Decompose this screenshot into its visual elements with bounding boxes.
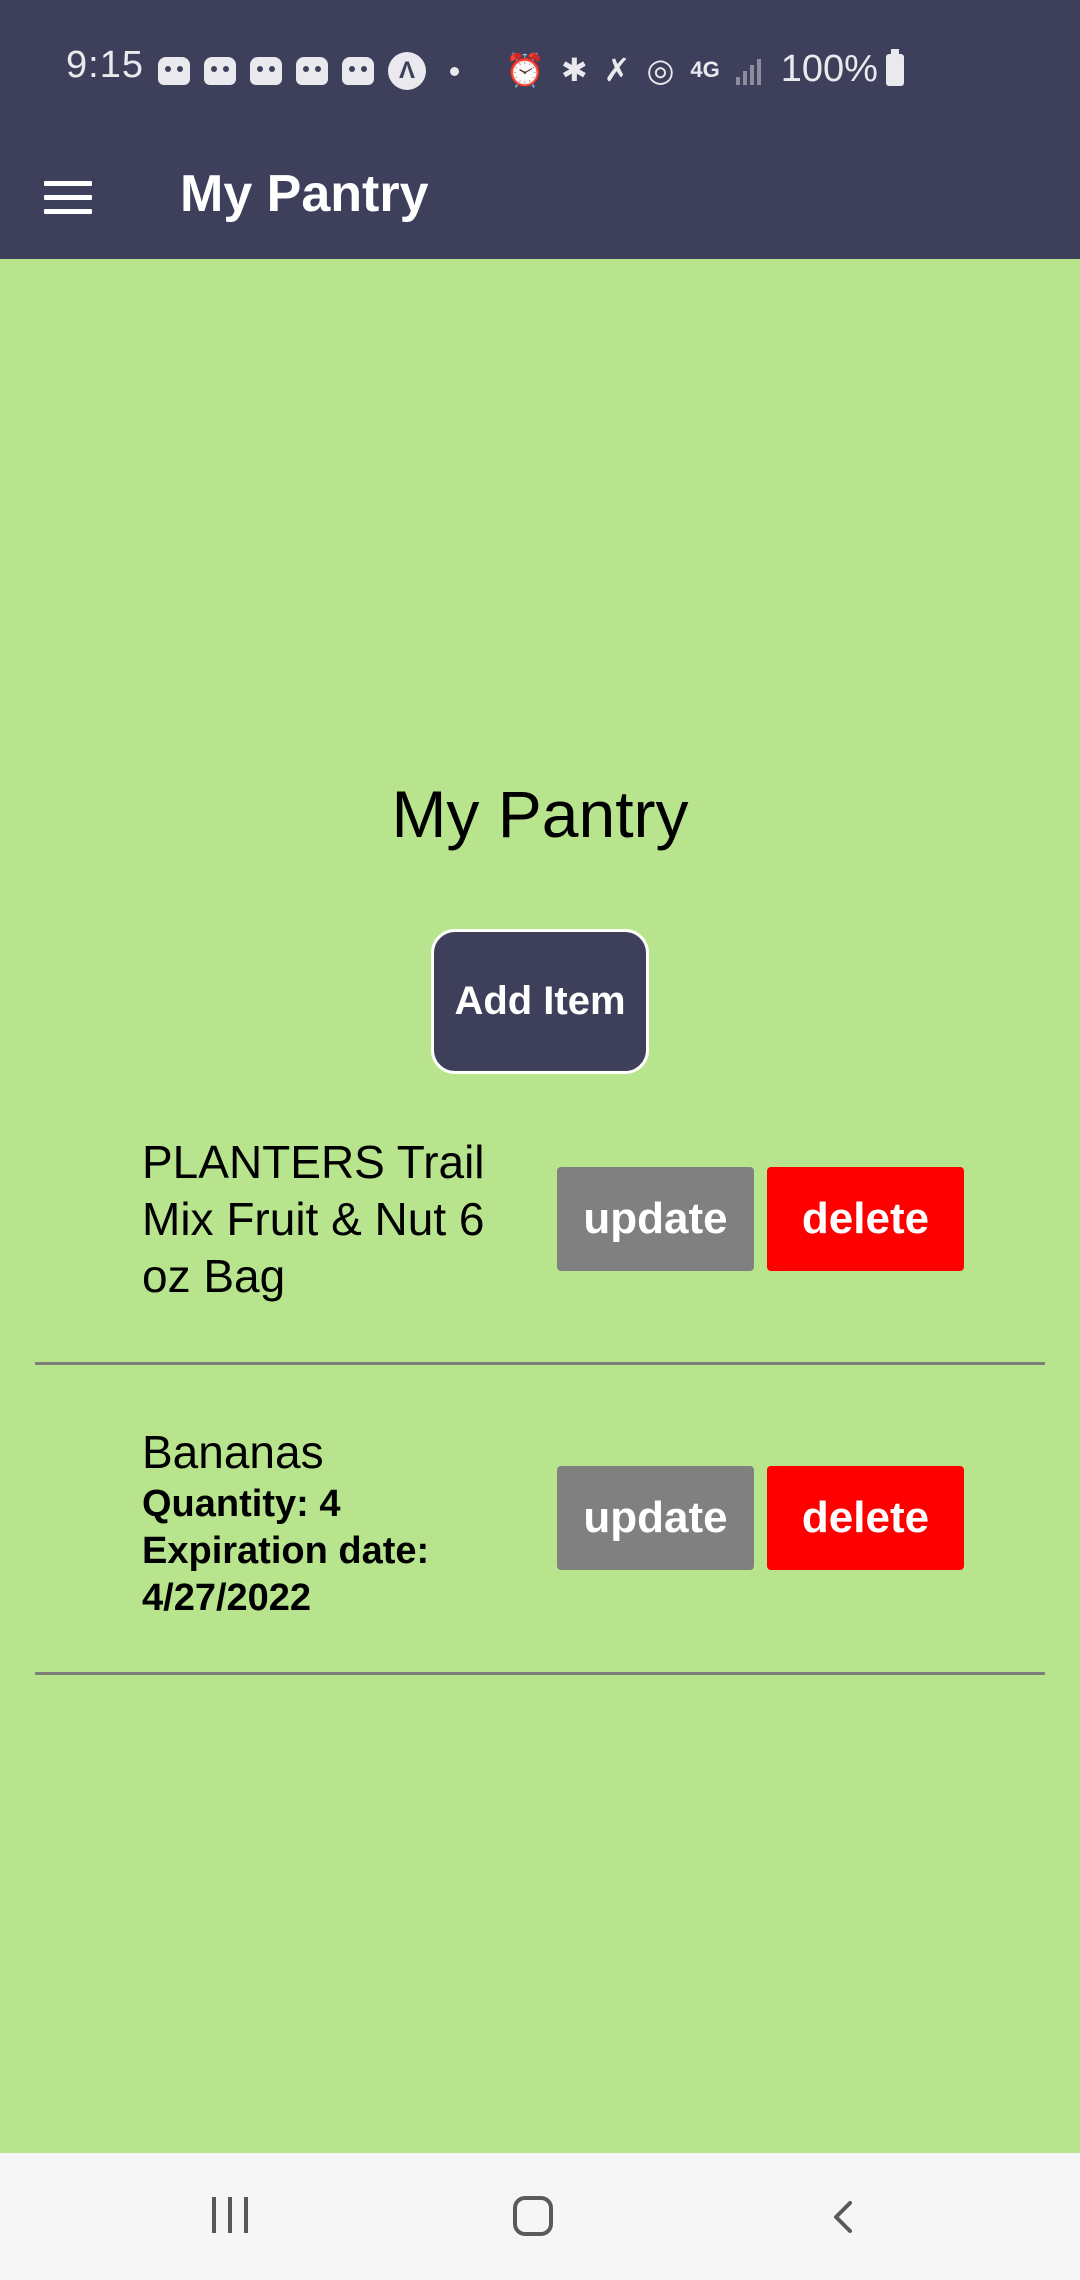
system-icons: ⏰ ✱ ✗ ◎ 4G 100% <box>505 48 904 91</box>
add-item-button[interactable]: Add Item <box>431 929 649 1074</box>
recents-icon[interactable] <box>212 2197 248 2233</box>
item-info: PLANTERS Trail Mix Fruit & Nut 6 oz Bag <box>142 1134 532 1305</box>
chat-notification-icon <box>204 57 236 85</box>
item-expiration: Expiration date: 4/27/2022 <box>142 1530 430 1619</box>
item-quantity: Quantity: 4 <box>142 1483 341 1525</box>
app-bar: My Pantry <box>0 136 1080 259</box>
notification-icons: Λ <box>158 52 459 90</box>
item-name: Bananas <box>142 1426 324 1478</box>
divider <box>35 1672 1045 1675</box>
status-time: 9:15 <box>66 44 144 86</box>
hamburger-menu-icon[interactable] <box>44 172 94 222</box>
update-button[interactable]: update <box>557 1466 754 1570</box>
page-title: My Pantry <box>391 777 689 851</box>
app-a-icon: Λ <box>388 52 426 90</box>
chat-notification-icon <box>296 57 328 85</box>
update-button[interactable]: update <box>557 1167 754 1271</box>
chat-notification-icon <box>158 57 190 85</box>
battery-icon <box>885 48 904 86</box>
signal-icon <box>735 55 761 85</box>
status-bar: 9:15 Λ ⏰ ✱ ✗ ◎ 4G 100% <box>0 0 1080 136</box>
4g-data-icon: 4G <box>690 56 720 82</box>
chat-notification-icon <box>250 57 282 85</box>
chat-notification-icon <box>342 57 374 85</box>
app-bar-title: My Pantry <box>180 165 429 223</box>
item-info: Bananas Quantity: 4 Expiration date: 4/2… <box>142 1424 532 1622</box>
divider <box>35 1362 1045 1365</box>
hotspot-icon: ◎ <box>646 51 675 88</box>
mute-icon: ✗ <box>603 51 631 88</box>
app-screen: 9:15 Λ ⏰ ✱ ✗ ◎ 4G 100% My Pantry My Pant… <box>0 0 1080 2280</box>
navigation-bar <box>0 2153 1080 2280</box>
home-icon[interactable] <box>513 2196 553 2236</box>
back-icon[interactable] <box>826 2199 862 2235</box>
alarm-icon: ⏰ <box>505 51 545 88</box>
delete-button[interactable]: delete <box>767 1167 964 1271</box>
dot-icon <box>450 66 459 76</box>
bluetooth-icon: ✱ <box>560 51 588 88</box>
battery-percent: 100% <box>780 48 878 90</box>
item-name: PLANTERS Trail Mix Fruit & Nut 6 oz Bag <box>142 1136 485 1302</box>
delete-button[interactable]: delete <box>767 1466 964 1570</box>
